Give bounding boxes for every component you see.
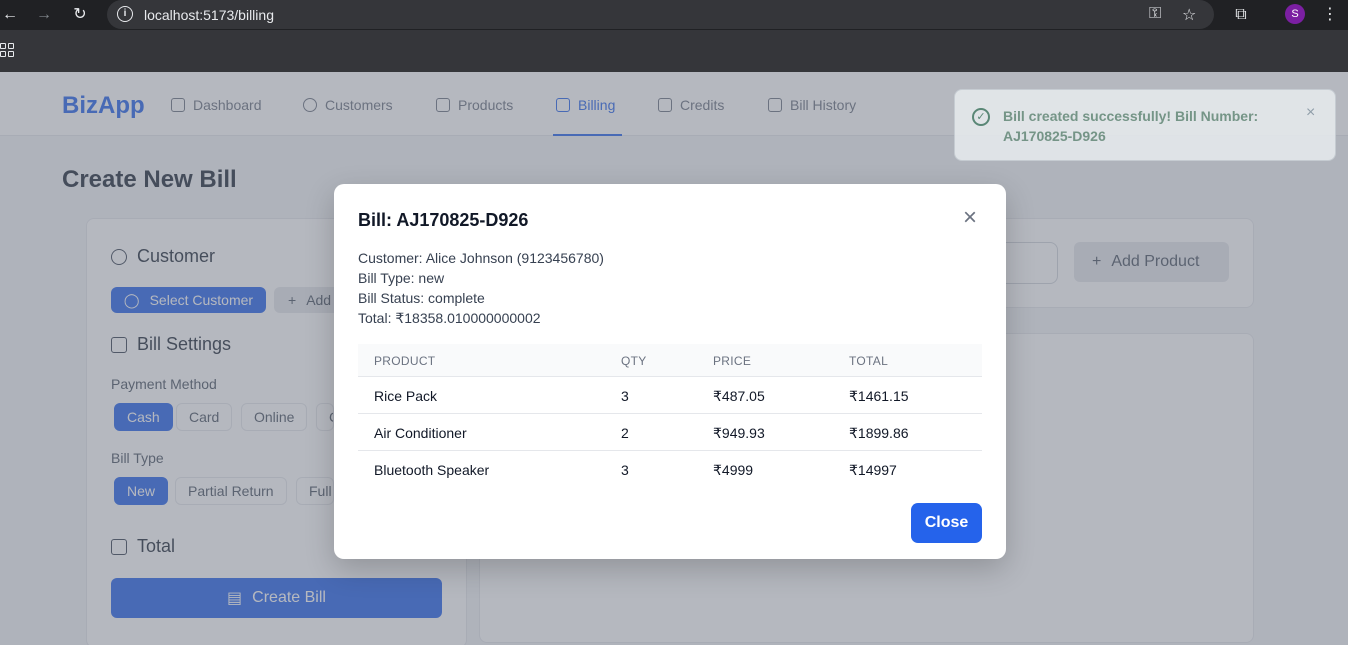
column-header-price: PRICE — [713, 354, 752, 368]
success-toast: ✓ Bill created successfully! Bill Number… — [954, 89, 1336, 161]
bill-status-info: Bill Status: complete — [358, 290, 485, 306]
cell-total: ₹1461.15 — [849, 388, 909, 404]
address-bar[interactable]: i localhost:5173/billing ⚿ ☆ — [107, 0, 1214, 29]
extensions-icon[interactable]: ⧉ — [1231, 5, 1251, 25]
cell-price: ₹949.93 — [713, 425, 765, 441]
cell-qty: 2 — [621, 425, 629, 441]
back-icon[interactable]: ← — [0, 5, 20, 25]
table-row: Bluetooth Speaker 3 ₹4999 ₹14997 — [358, 451, 982, 488]
table-header: PRODUCT QTY PRICE TOTAL — [358, 344, 982, 377]
column-header-qty: QTY — [621, 354, 647, 368]
site-info-icon[interactable]: i — [117, 6, 133, 22]
bill-type-info: Bill Type: new — [358, 270, 445, 286]
browser-menu-icon[interactable]: ⋮ — [1320, 5, 1340, 25]
password-key-icon[interactable]: ⚿ — [1149, 5, 1161, 23]
cell-product: Rice Pack — [374, 388, 438, 404]
toast-message: Bill created successfully! Bill Number: … — [1003, 108, 1259, 144]
cell-product: Air Conditioner — [374, 425, 467, 441]
url-text[interactable]: localhost:5173/billing — [144, 7, 274, 23]
table-row: Rice Pack 3 ₹487.05 ₹1461.15 — [358, 377, 982, 414]
close-button[interactable]: Close — [911, 503, 982, 543]
bill-details-modal: Bill: AJ170825-D926 × Customer: Alice Jo… — [334, 184, 1006, 559]
column-header-total: TOTAL — [849, 354, 889, 368]
cell-qty: 3 — [621, 388, 629, 404]
customer-info: Customer: Alice Johnson (9123456780) — [358, 250, 604, 266]
profile-avatar[interactable]: S — [1285, 4, 1305, 24]
forward-icon[interactable]: → — [34, 5, 54, 25]
check-circle-icon: ✓ — [972, 108, 990, 126]
cell-product: Bluetooth Speaker — [374, 462, 490, 478]
cell-total: ₹14997 — [849, 462, 897, 478]
table-row: Air Conditioner 2 ₹949.93 ₹1899.86 — [358, 414, 982, 451]
browser-toolbar: ← → ↻ i localhost:5173/billing ⚿ ☆ ⧉ S ⋮ — [0, 0, 1348, 30]
bill-total-info: Total: ₹18358.010000000002 — [358, 310, 541, 326]
reload-icon[interactable]: ↻ — [70, 5, 90, 25]
apps-grid-icon[interactable] — [0, 43, 14, 57]
bookmarks-bar — [0, 30, 1348, 72]
close-icon[interactable]: × — [958, 206, 982, 230]
column-header-product: PRODUCT — [374, 354, 436, 368]
cell-total: ₹1899.86 — [849, 425, 909, 441]
toast-close-icon[interactable]: × — [1306, 104, 1315, 122]
cell-price: ₹4999 — [713, 462, 754, 478]
cell-qty: 3 — [621, 462, 629, 478]
modal-title: Bill: AJ170825-D926 — [358, 210, 529, 230]
bookmark-star-icon[interactable]: ☆ — [1182, 5, 1196, 25]
cell-price: ₹487.05 — [713, 388, 765, 404]
